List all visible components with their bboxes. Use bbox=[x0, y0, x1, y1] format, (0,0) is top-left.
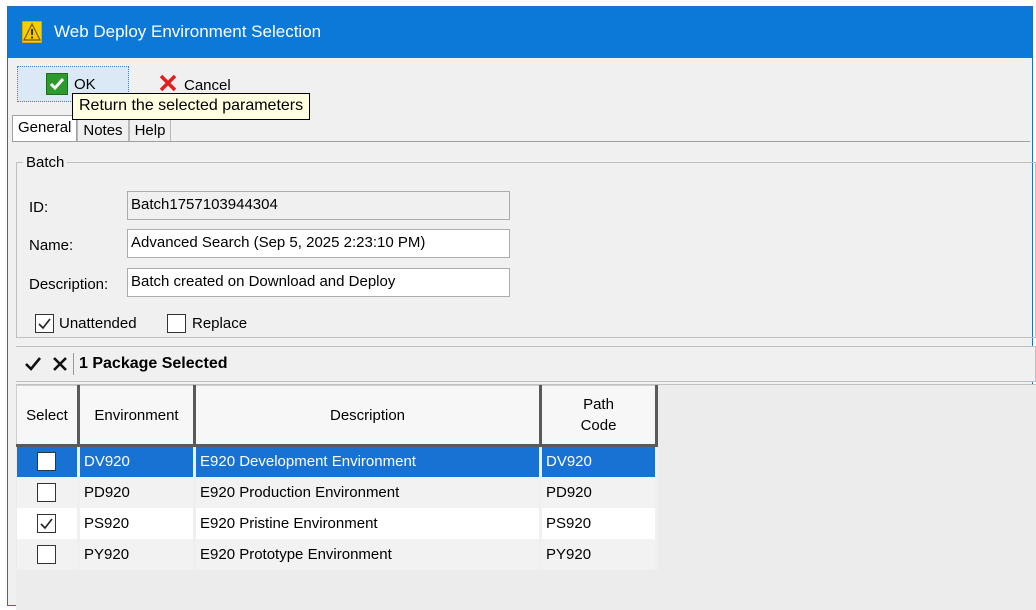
checkmark-icon bbox=[40, 518, 53, 529]
row-checkbox[interactable] bbox=[37, 452, 57, 472]
table-row[interactable]: PY920 E920 Prototype Environment PY920 bbox=[16, 538, 658, 570]
name-field[interactable]: Advanced Search (Sep 5, 2025 2:23:10 PM) bbox=[127, 229, 510, 258]
title-bar[interactable]: Web Deploy Environment Selection bbox=[8, 7, 1032, 58]
path-code-cell: DV920 bbox=[540, 445, 658, 477]
checkmark-icon bbox=[38, 318, 51, 330]
row-checkbox[interactable] bbox=[37, 482, 57, 502]
environment-grid: Select Environment Description Path Code… bbox=[16, 384, 1036, 610]
ok-button-label: OK bbox=[74, 75, 96, 93]
description-field[interactable]: Batch created on Download and Deploy bbox=[127, 268, 510, 297]
table-row[interactable]: PS920 E920 Pristine Environment PS920 bbox=[16, 507, 658, 539]
ok-tooltip: Return the selected parameters bbox=[72, 93, 311, 120]
batch-group: Batch ID: Batch1757103944304 Name: Advan… bbox=[16, 154, 1036, 338]
description-cell: E920 Prototype Environment bbox=[194, 538, 542, 570]
app-warning-icon bbox=[21, 20, 43, 44]
window-title: Web Deploy Environment Selection bbox=[54, 22, 322, 41]
path-code-cell: PD920 bbox=[540, 476, 658, 508]
select-cell[interactable] bbox=[16, 476, 80, 508]
row-checkbox[interactable] bbox=[37, 513, 57, 533]
cancel-button-label: Cancel bbox=[184, 76, 231, 94]
select-all-check-icon[interactable] bbox=[24, 355, 42, 373]
description-label: Description: bbox=[29, 276, 109, 293]
tab-notes[interactable]: Notes bbox=[77, 118, 129, 142]
description-cell: E920 Pristine Environment bbox=[194, 507, 542, 539]
batch-legend: Batch bbox=[26, 154, 65, 171]
select-cell[interactable] bbox=[16, 445, 80, 477]
description-cell: E920 Production Environment bbox=[194, 476, 542, 508]
select-cell[interactable] bbox=[16, 538, 80, 570]
name-label: Name: bbox=[29, 237, 74, 254]
column-header-environment[interactable]: Environment bbox=[78, 385, 196, 447]
environment-table: Select Environment Description Path Code… bbox=[16, 385, 658, 570]
select-cell[interactable] bbox=[16, 507, 80, 539]
grid-toolbar: 1 Package Selected bbox=[16, 346, 1036, 382]
column-header-description[interactable]: Description bbox=[194, 385, 542, 447]
id-label: ID: bbox=[29, 199, 49, 216]
path-code-cell: PS920 bbox=[540, 507, 658, 539]
replace-checkbox[interactable] bbox=[167, 314, 186, 333]
path-code-header-label: Path Code bbox=[580, 396, 617, 434]
table-row[interactable]: PD920 E920 Production Environment PD920 bbox=[16, 476, 658, 508]
selection-count: 1 Package Selected bbox=[79, 355, 228, 372]
tab-general[interactable]: General bbox=[12, 115, 78, 143]
clear-all-x-icon[interactable] bbox=[52, 356, 68, 372]
toolbar-separator bbox=[73, 353, 74, 375]
dialog-window: Web Deploy Environment Selection OK Canc… bbox=[7, 6, 1036, 610]
description-cell: E920 Development Environment bbox=[194, 445, 542, 477]
environment-cell: PS920 bbox=[78, 507, 196, 539]
tab-help[interactable]: Help bbox=[128, 118, 172, 142]
column-header-path-code[interactable]: Path Code bbox=[540, 385, 658, 447]
general-tab-panel: Batch ID: Batch1757103944304 Name: Advan… bbox=[12, 141, 1036, 610]
unattended-checkbox[interactable] bbox=[35, 314, 54, 333]
replace-label[interactable]: Replace bbox=[192, 315, 247, 332]
unattended-label[interactable]: Unattended bbox=[59, 315, 137, 332]
column-header-select[interactable]: Select bbox=[16, 385, 80, 447]
id-field: Batch1757103944304 bbox=[127, 191, 510, 220]
table-row[interactable]: DV920 E920 Development Environment DV920 bbox=[16, 445, 658, 477]
row-checkbox[interactable] bbox=[37, 544, 57, 564]
ok-check-icon bbox=[46, 73, 68, 95]
environment-cell: DV920 bbox=[78, 445, 196, 477]
path-code-cell: PY920 bbox=[540, 538, 658, 570]
environment-cell: PD920 bbox=[78, 476, 196, 508]
environment-cell: PY920 bbox=[78, 538, 196, 570]
